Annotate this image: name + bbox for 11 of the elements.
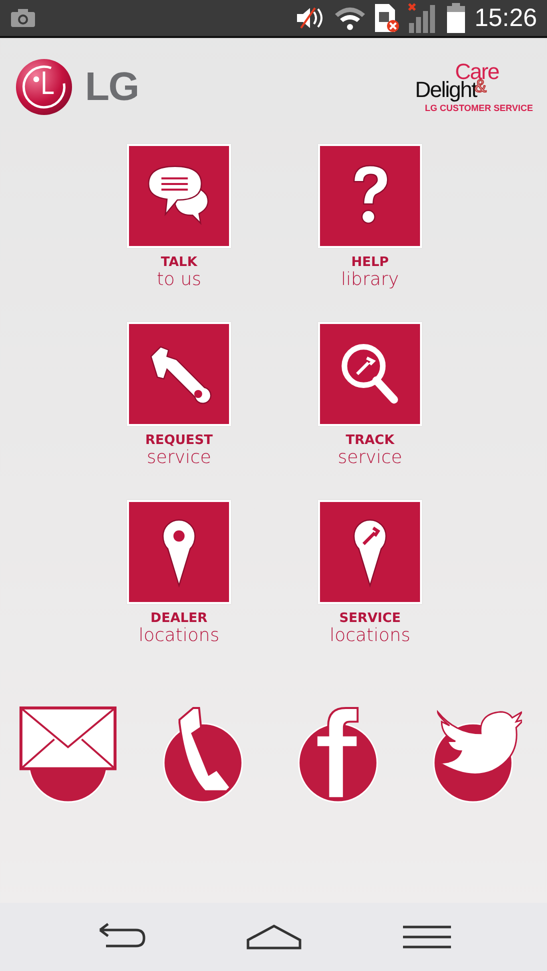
delight-word: Delight xyxy=(415,79,476,101)
muted-speaker-icon xyxy=(295,7,326,29)
wifi-icon xyxy=(334,6,366,30)
brand-name: LG xyxy=(85,64,139,110)
envelope-icon[interactable] xyxy=(19,706,119,804)
service-caption: LG CUSTOMER SERVICE xyxy=(424,103,533,113)
sim-card-icon xyxy=(375,4,400,32)
clock-time: 15:26 xyxy=(474,4,537,32)
lg-logo-icon xyxy=(15,58,73,116)
camera-icon xyxy=(11,9,35,27)
battery-icon xyxy=(447,3,466,33)
